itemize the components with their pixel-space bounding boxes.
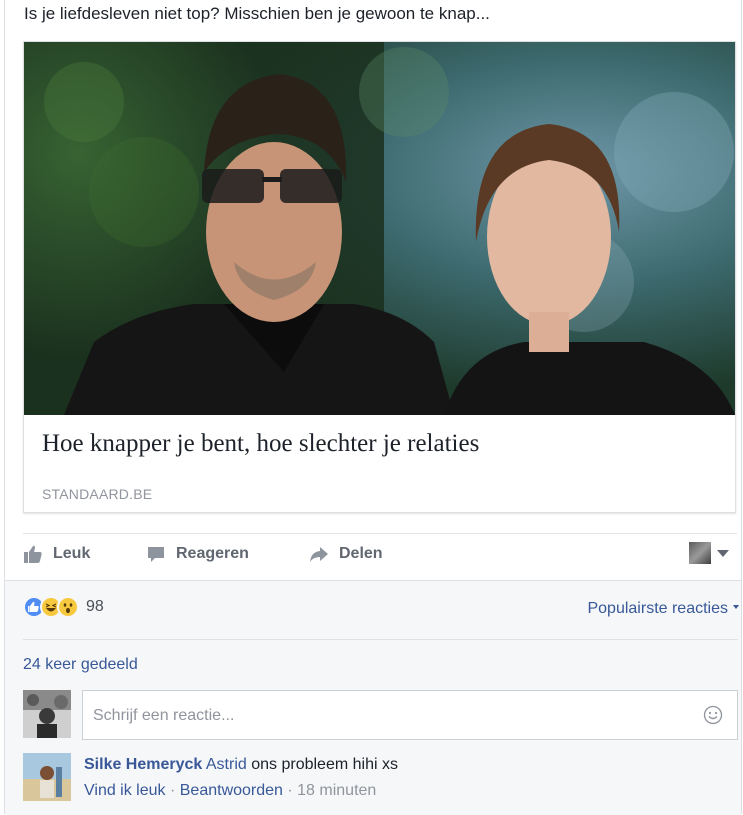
emoji-icon[interactable]: [703, 705, 723, 730]
share-arrow-icon: [309, 544, 329, 564]
right-border: [741, 0, 742, 814]
like-label: Leuk: [53, 545, 91, 562]
meta-separator: ·: [165, 782, 180, 799]
comment-reply-link[interactable]: Beantwoorden: [180, 782, 283, 799]
shares-count-link[interactable]: 24 keer gedeeld: [23, 656, 138, 674]
divider: [23, 639, 738, 640]
comment-author-link[interactable]: Silke Hemeryck: [84, 756, 202, 773]
commenter-avatar[interactable]: [23, 753, 71, 801]
sort-label: Populairste reacties: [587, 600, 728, 617]
chevron-down-icon: [733, 605, 739, 609]
like-button[interactable]: Leuk: [23, 544, 90, 564]
comment-body: Silke Hemeryck Astrid ons probleem hihi …: [84, 756, 398, 774]
link-title[interactable]: Hoe knapper je bent, hoe slechter je rel…: [42, 430, 479, 458]
link-preview-card[interactable]: Hoe knapper je bent, hoe slechter je rel…: [23, 41, 736, 513]
chevron-down-icon: [717, 549, 729, 557]
comment-label: Reageren: [176, 545, 249, 562]
share-button[interactable]: Delen: [309, 544, 383, 564]
tagged-user-link[interactable]: Astrid: [206, 756, 247, 773]
comment-meta: Vind ik leuk · Beantwoorden · 18 minuten: [84, 782, 376, 800]
meta-separator: ·: [282, 782, 298, 799]
avatar: [689, 542, 711, 564]
comment-timestamp[interactable]: 18 minuten: [297, 782, 376, 799]
thumbs-up-icon: [23, 544, 43, 564]
reaction-count: 98: [86, 598, 104, 615]
comment-icon: [146, 544, 166, 564]
comment-input[interactable]: [91, 703, 675, 729]
comment-button[interactable]: Reageren: [146, 544, 249, 564]
post-text: Is je liefdesleven niet top? Misschien b…: [24, 4, 490, 23]
link-domain: STANDAARD.BE: [42, 486, 153, 502]
comment-input-box[interactable]: [82, 690, 738, 740]
sort-comments-dropdown[interactable]: Populairste reacties: [587, 600, 739, 618]
comment-like-link[interactable]: Vind ik leuk: [84, 782, 166, 799]
link-preview-image[interactable]: [24, 42, 735, 415]
wow-reaction-icon: [57, 596, 79, 618]
comment-text: ons probleem hihi xs: [246, 756, 398, 773]
reactions-summary[interactable]: 98: [23, 596, 104, 618]
share-label: Delen: [339, 545, 383, 562]
post-as-selector[interactable]: [689, 542, 729, 564]
current-user-avatar[interactable]: [23, 690, 71, 738]
action-bar: Leuk Reageren Delen: [23, 534, 737, 578]
